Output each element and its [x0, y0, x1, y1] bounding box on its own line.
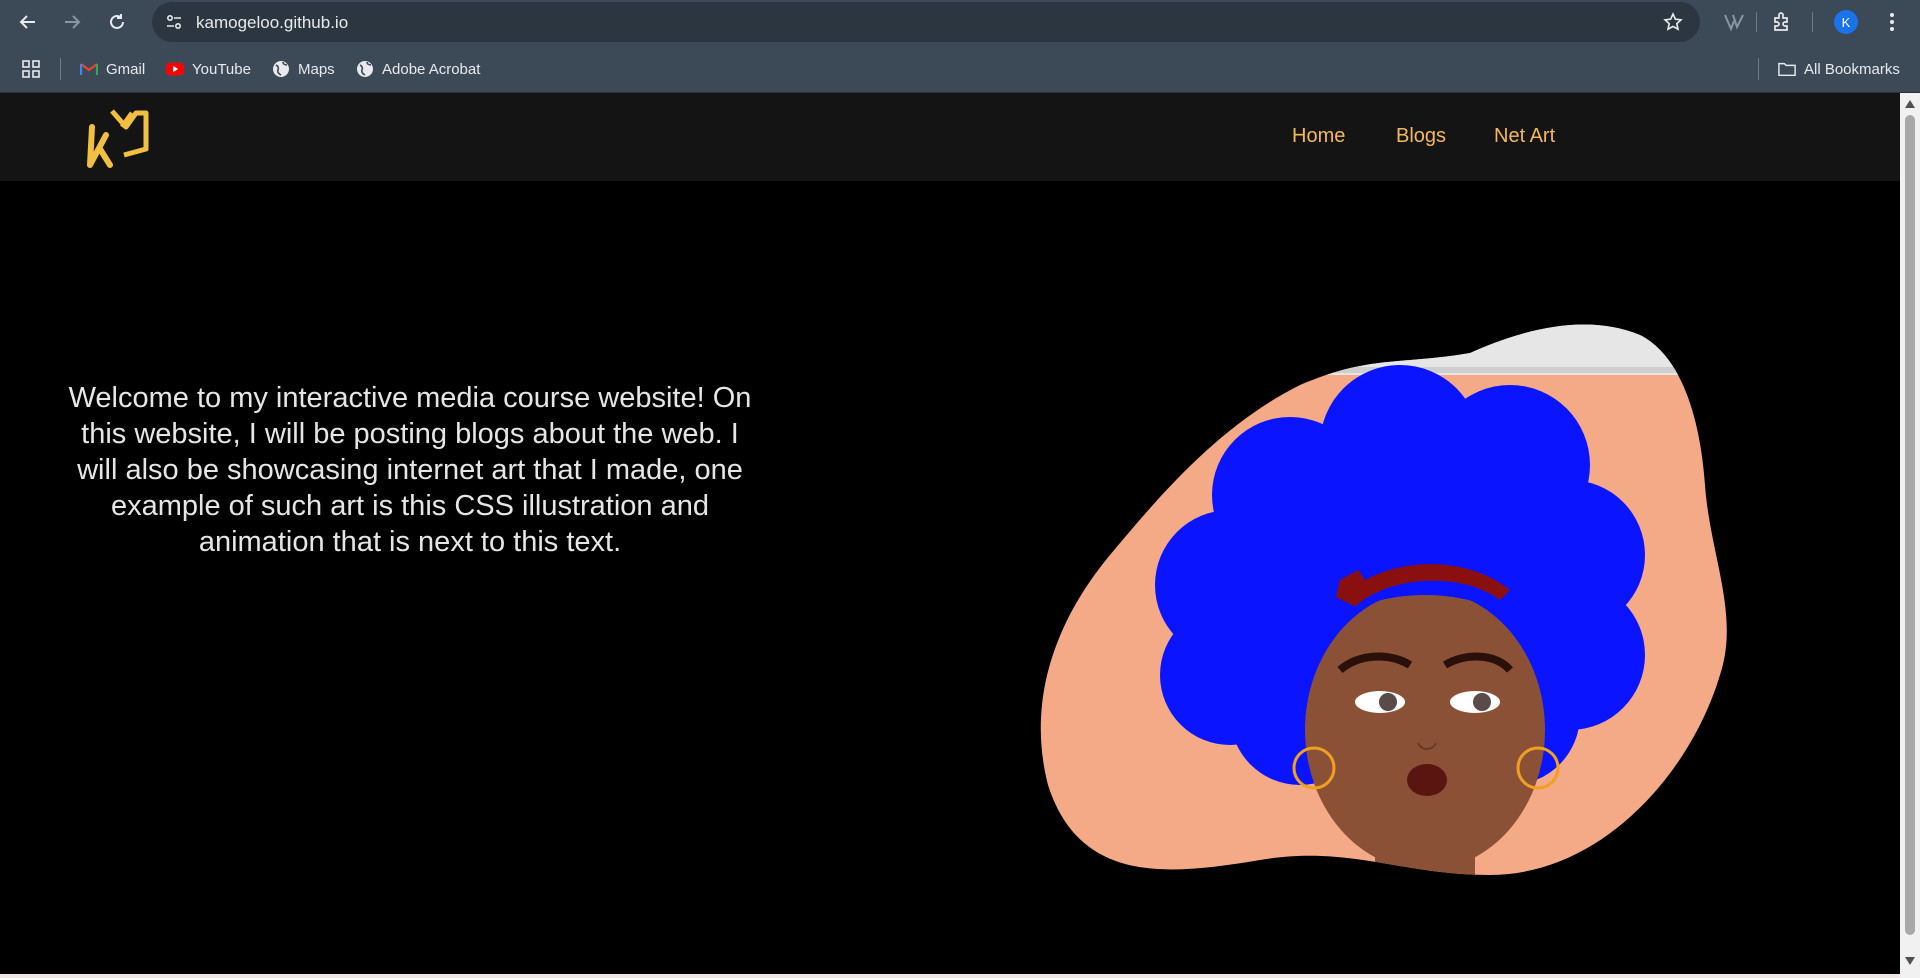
illustration-screenshot-strip — [1040, 324, 1727, 375]
bookmark-maps[interactable]: Maps — [272, 58, 335, 80]
profile-avatar[interactable]: K — [1834, 10, 1858, 34]
extensions-puzzle-icon[interactable] — [1768, 8, 1796, 36]
hero-text: Welcome to my interactive media course w… — [68, 382, 752, 558]
all-bookmarks-button[interactable]: All Bookmarks — [1778, 58, 1900, 80]
right-pupil — [1473, 693, 1491, 711]
kebab-menu-icon[interactable] — [1878, 8, 1906, 36]
apps-grid-icon[interactable] — [22, 58, 40, 80]
bookmark-adobe-acrobat[interactable]: Adobe Acrobat — [356, 58, 480, 80]
forward-button[interactable] — [58, 8, 86, 36]
folder-icon — [1778, 60, 1796, 78]
forward-arrow-icon — [65, 15, 81, 29]
face-shape — [1305, 590, 1545, 870]
bookmark-gmail[interactable]: Gmail — [80, 58, 145, 80]
nav-home-link[interactable]: Home — [1292, 125, 1345, 148]
url-text[interactable]: kamogeloo.github.io — [196, 13, 348, 33]
css-illustration — [1040, 324, 1727, 875]
nav-net-art-link[interactable]: Net Art — [1494, 125, 1555, 148]
toolbar-separator — [1812, 12, 1813, 32]
site-info-icon[interactable] — [160, 8, 188, 36]
bookmarks-separator — [60, 58, 61, 80]
bookmark-label: Adobe Acrobat — [382, 60, 481, 78]
page-bottom-strip — [0, 974, 1900, 978]
nav-blogs-link[interactable]: Blogs — [1396, 125, 1446, 148]
bookmark-youtube[interactable]: YouTube — [166, 58, 251, 80]
address-bar[interactable]: kamogeloo.github.io — [152, 2, 1700, 42]
bookmarks-separator — [1758, 58, 1759, 80]
bookmarks-bar: Gmail YouTube Maps Adobe Acrobat All Boo… — [0, 44, 1920, 93]
scroll-down-arrow-icon[interactable] — [1904, 955, 1916, 967]
mouth — [1407, 764, 1447, 796]
left-pupil — [1379, 693, 1397, 711]
page-scrollbar[interactable] — [1900, 93, 1920, 978]
browser-toolbar: kamogeloo.github.io K — [0, 0, 1920, 44]
back-button[interactable] — [14, 8, 42, 36]
bookmark-label: Gmail — [106, 60, 146, 78]
scroll-up-arrow-icon[interactable] — [1904, 98, 1916, 110]
back-arrow-icon — [19, 15, 35, 29]
reload-button[interactable] — [103, 8, 131, 36]
all-bookmarks-label: All Bookmarks — [1804, 60, 1900, 78]
avatar-initial: K — [1841, 14, 1851, 30]
youtube-icon — [166, 60, 184, 78]
globe-icon — [356, 60, 374, 78]
toolbar-separator — [1756, 12, 1757, 32]
bookmark-label: Maps — [298, 60, 335, 78]
globe-icon — [272, 60, 290, 78]
site-header: Home Blogs Net Art — [0, 93, 1900, 181]
extension-v-icon[interactable] — [1720, 8, 1748, 36]
bookmark-label: YouTube — [192, 60, 251, 78]
site-logo[interactable] — [86, 105, 154, 169]
reload-icon — [110, 14, 124, 29]
scrollbar-thumb[interactable] — [1905, 115, 1915, 935]
bookmark-star-icon[interactable] — [1660, 9, 1686, 35]
gmail-icon — [80, 60, 98, 78]
